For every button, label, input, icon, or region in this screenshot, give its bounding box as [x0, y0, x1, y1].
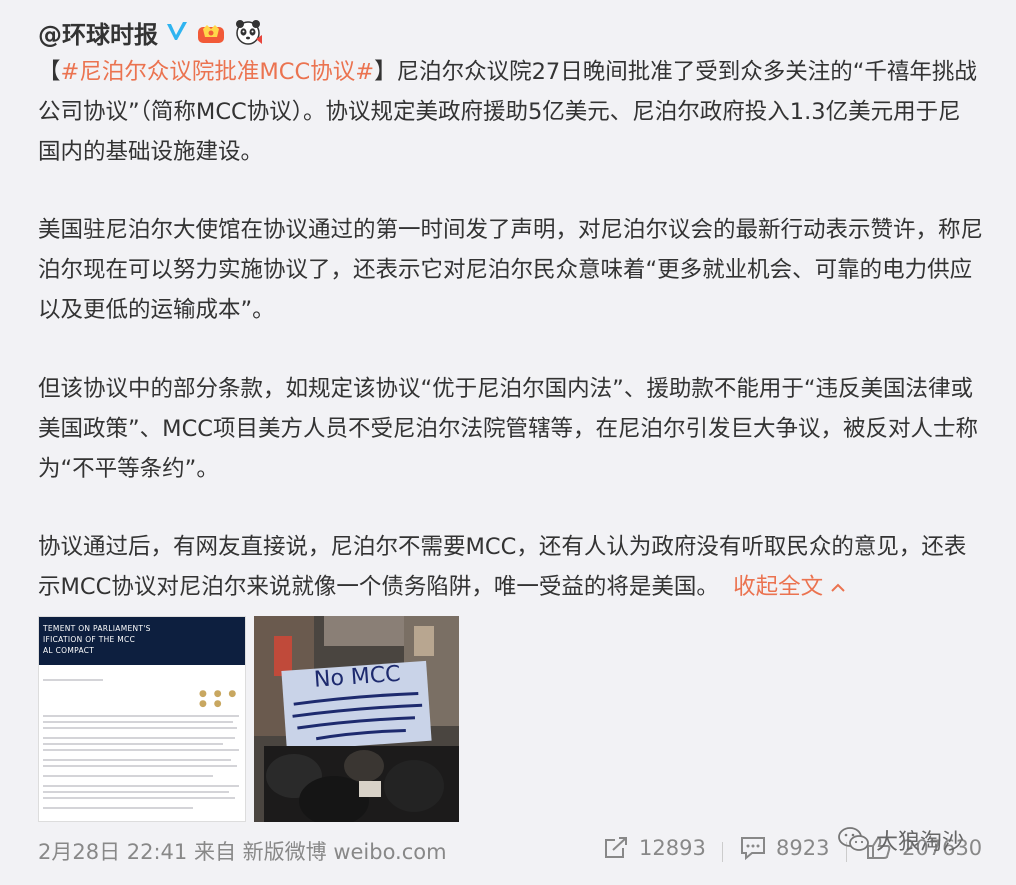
- post-meta: 2月28日 22:41 来自 新版微博 weibo.com: [38, 836, 447, 866]
- text-line: [43, 775, 213, 777]
- chevron-up-icon: [831, 583, 846, 592]
- comment-icon: [741, 837, 765, 860]
- hashtag-link[interactable]: #尼泊尔众议院批准MCC协议#: [61, 59, 375, 85]
- statement-heading-line: TEMENT ON PARLIAMENT'S: [43, 624, 151, 633]
- text-line: [43, 791, 229, 793]
- post-time[interactable]: 2月28日 22:41: [38, 840, 187, 864]
- text-line: [43, 797, 235, 799]
- text-line: [43, 749, 239, 751]
- text-line: [43, 785, 239, 787]
- text-line: [43, 743, 223, 745]
- repost-count: 12893: [639, 836, 706, 860]
- share-icons: ● ● ● ● ●: [199, 689, 239, 709]
- watermark-text: 大狼淘沙: [876, 830, 965, 855]
- comment-button[interactable]: 8923: [740, 836, 829, 860]
- post-paragraph: 但该协议中的部分条款，如规定该协议“优于尼泊尔国内法”、援助款不能用于“违反美国…: [38, 376, 978, 482]
- wechat-icon: [838, 827, 869, 851]
- text-line: [43, 765, 237, 767]
- statement-heading: TEMENT ON PARLIAMENT'S IFICATION OF THE …: [43, 623, 151, 656]
- text-line: [43, 759, 231, 761]
- vip-crown-icon[interactable]: [196, 19, 226, 45]
- divider: [722, 842, 723, 862]
- text-line: [43, 737, 235, 739]
- statement-heading-line: AL COMPACT: [43, 646, 95, 655]
- text-line: [43, 807, 193, 809]
- watermark: 大狼淘沙: [838, 824, 964, 856]
- hashtag-bracket-open: 【: [38, 59, 61, 85]
- collapse-label: 收起全文: [733, 574, 824, 600]
- text-line: [43, 679, 103, 681]
- post-source[interactable]: 来自 新版微博 weibo.com: [194, 840, 447, 864]
- statement-heading-line: IFICATION OF THE MCC: [43, 635, 136, 644]
- image-thumbnail-protest[interactable]: No MCC: [254, 616, 459, 822]
- hashtag-bracket-close: 】: [374, 59, 397, 85]
- text-line: [43, 721, 233, 723]
- author-name[interactable]: @环球时报: [38, 15, 158, 50]
- author-row: @环球时报: [38, 14, 264, 50]
- post-paragraph: 美国驻尼泊尔大使馆在协议通过的第一时间发了声明，对尼泊尔议会的最新行动表示赞许，…: [38, 217, 984, 323]
- protest-photo: No MCC: [254, 616, 459, 822]
- comment-count: 8923: [776, 836, 830, 860]
- repost-icon: [605, 837, 627, 858]
- text-line: [43, 715, 239, 717]
- text-line: [43, 727, 237, 729]
- post-paragraph: 【#尼泊尔众议院批准MCC协议#】尼泊尔众议院27日晚间批准了受到众多关注的“千…: [38, 52, 983, 172]
- post-paragraph: 协议通过后，有网友直接说，尼泊尔不需要MCC，还有人认为政府没有听取民众的意见，…: [38, 527, 983, 607]
- verified-icon: [167, 22, 187, 40]
- image-thumbnail-statement[interactable]: TEMENT ON PARLIAMENT'S IFICATION OF THE …: [38, 616, 246, 822]
- collapse-link[interactable]: 收起全文: [733, 574, 846, 600]
- repost-button[interactable]: 12893: [603, 836, 706, 860]
- panda-badge-icon[interactable]: [232, 17, 264, 47]
- weibo-post: @环球时报 【#尼泊尔众议院批准MCC协议#】尼泊尔众议院27日晚间批准了受到众…: [0, 0, 1016, 885]
